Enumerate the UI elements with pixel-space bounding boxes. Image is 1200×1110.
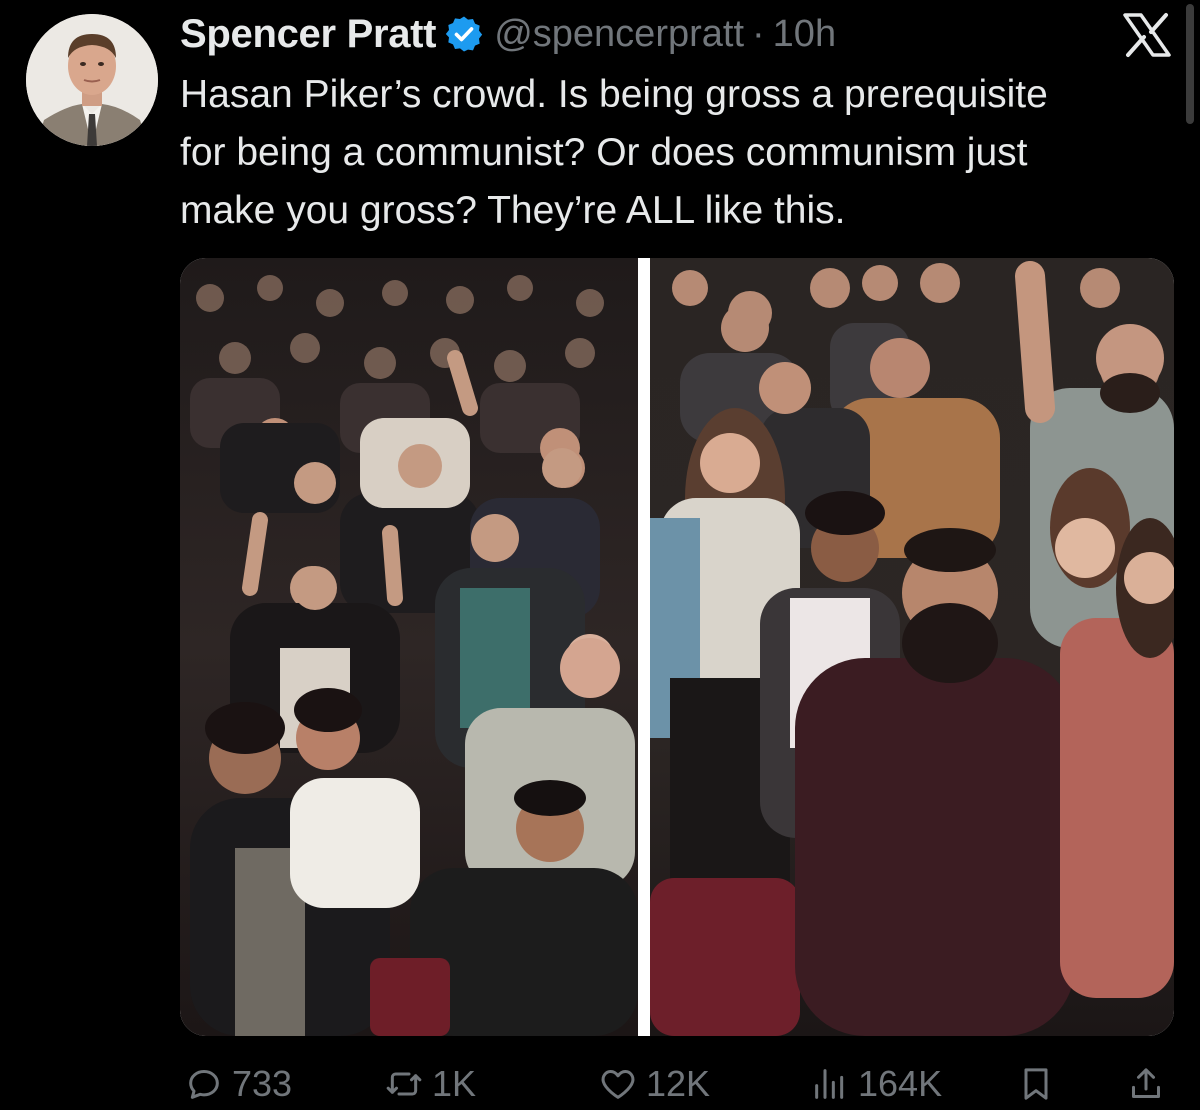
- separator-dot: ·: [752, 12, 765, 55]
- timestamp[interactable]: 10h: [773, 13, 836, 56]
- media-photo-right[interactable]: [650, 258, 1174, 1036]
- media-photo-left[interactable]: [180, 258, 638, 1036]
- views-count: 164K: [858, 1063, 943, 1104]
- heart-icon: [598, 1064, 638, 1104]
- display-name[interactable]: Spencer Pratt: [180, 12, 437, 57]
- like-button[interactable]: 12K: [598, 1058, 710, 1110]
- reply-icon: [184, 1064, 224, 1104]
- share-icon: [1126, 1064, 1166, 1104]
- reply-count: 733: [232, 1063, 293, 1104]
- avatar[interactable]: [26, 14, 158, 146]
- repost-icon: [384, 1064, 424, 1104]
- media-grid: [180, 258, 1174, 1036]
- x-logo-icon: [1122, 12, 1172, 58]
- tweet-text: Hasan Piker’s crowd. Is being gross a pr…: [180, 73, 1048, 232]
- bookmark-icon: [1016, 1064, 1056, 1104]
- reply-button[interactable]: 733: [184, 1058, 292, 1110]
- scrollbar[interactable]: [1186, 4, 1194, 124]
- verified-badge-icon: [444, 14, 484, 54]
- bookmark-button[interactable]: [1016, 1058, 1056, 1110]
- tweet-header: Spencer Pratt @spencerpratt · 10h: [180, 8, 836, 60]
- tweet: Spencer Pratt @spencerpratt · 10h Hasan …: [0, 0, 1200, 1110]
- views-icon: [810, 1064, 850, 1104]
- repost-button[interactable]: 1K: [384, 1058, 476, 1110]
- repost-count: 1K: [432, 1063, 477, 1104]
- like-count: 12K: [646, 1063, 711, 1104]
- share-button[interactable]: [1126, 1058, 1166, 1110]
- views-button[interactable]: 164K: [810, 1058, 942, 1110]
- handle[interactable]: @spencerpratt: [494, 13, 744, 56]
- action-bar: 733 1K 12K 164K: [180, 1058, 1180, 1110]
